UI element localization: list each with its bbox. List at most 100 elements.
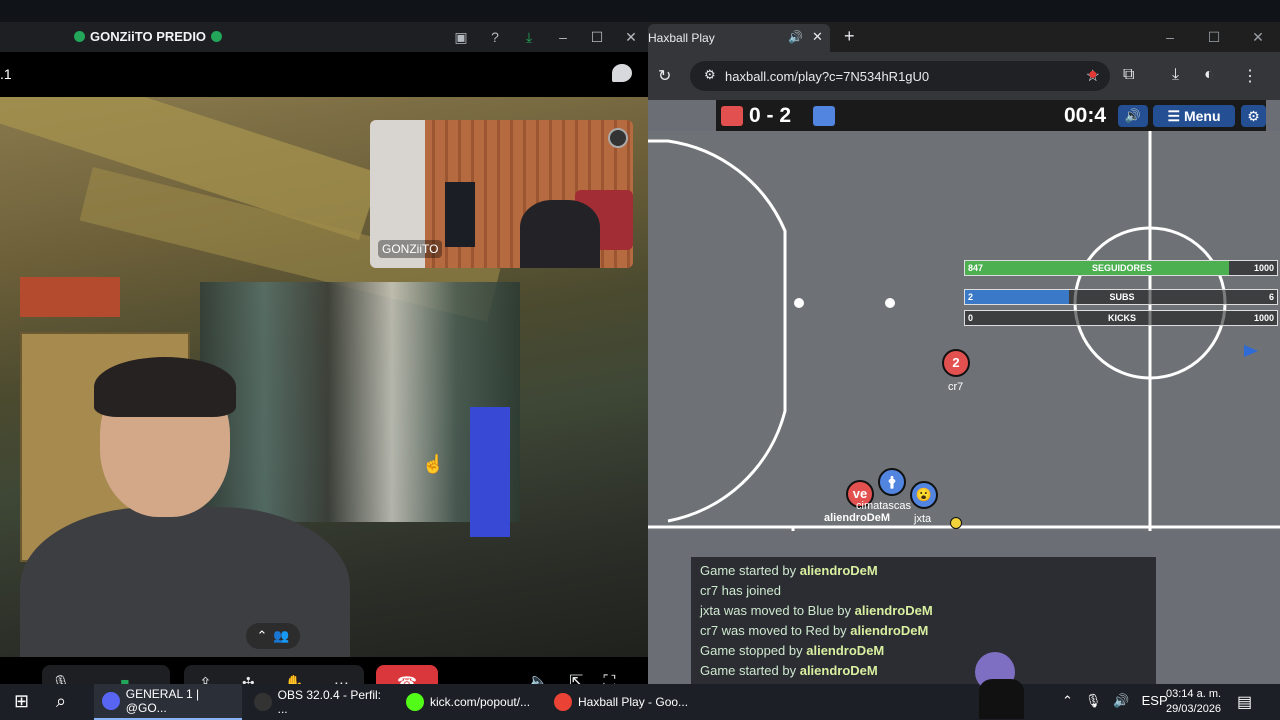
- language-indicator[interactable]: ESP: [1142, 693, 1168, 709]
- field-lines: [648, 131, 1280, 543]
- chat-message-text: Game started by: [700, 563, 800, 578]
- soundboard-icon[interactable]: ✋: [285, 674, 304, 684]
- chat-message-text: jxta was moved to Blue by: [700, 603, 855, 618]
- downloads-icon[interactable]: ⤓: [1172, 66, 1179, 84]
- help-icon[interactable]: ?: [478, 29, 512, 45]
- close-button[interactable]: ✕: [1236, 22, 1280, 52]
- hamburger-icon: ☰: [1167, 108, 1184, 124]
- chat-message-text: cr7 has joined: [700, 583, 781, 598]
- chat-bubble-icon[interactable]: [612, 64, 632, 82]
- activities-icon[interactable]: ✣: [242, 674, 255, 684]
- minimize-button[interactable]: –: [1148, 22, 1192, 52]
- wall-clock-icon: [608, 128, 628, 148]
- popout-icon[interactable]: ⇱: [569, 672, 583, 684]
- activity-group: ⇪ ✣ ✋ ⋯: [184, 665, 364, 684]
- discord-icon: [102, 692, 120, 710]
- notification-icon[interactable]: ▤: [1237, 692, 1252, 712]
- new-tab-button[interactable]: +: [844, 26, 855, 47]
- online-dot-icon: [74, 31, 85, 42]
- volume-icon[interactable]: 🔈: [528, 672, 549, 684]
- chat-username: aliendroDeM: [854, 603, 933, 618]
- more-options-icon[interactable]: ⋯: [334, 674, 349, 684]
- expand-participants-button[interactable]: ⌃ 👥: [246, 623, 300, 649]
- player-name: aliendroDeM: [824, 512, 891, 524]
- player-name: cr7: [948, 381, 964, 393]
- chevron-down-icon[interactable]: ⌄: [89, 674, 102, 684]
- taskbar-app-label: kick.com/popout/...: [430, 695, 531, 709]
- game-timer: 00:4: [1064, 104, 1107, 127]
- taskbar: ⊞ ⌕ GENERAL 1 | @GO... OBS 32.0.4 - Perfi…: [0, 652, 1280, 720]
- close-button[interactable]: ✕: [614, 29, 648, 46]
- chat-message: cr7 was moved to Red by aliendroDeM: [700, 623, 928, 638]
- ball: [950, 517, 962, 529]
- tab-haxball[interactable]: Haxball Play 🔊 ✕: [648, 24, 830, 52]
- maximize-button[interactable]: ☐: [1192, 22, 1236, 52]
- microphone-icon[interactable]: 🎙: [1085, 693, 1102, 709]
- minimize-button[interactable]: –: [546, 29, 580, 45]
- chrome-menu-icon[interactable]: ⋮: [1242, 66, 1258, 86]
- taskbar-app-3[interactable]: kick.com/popout/...: [398, 684, 540, 720]
- online-dot-icon: [211, 31, 223, 42]
- browser-window: Haxball Play 🔊 ✕ + – ☐ ✕ ↻ ⚙ haxball.com…: [648, 22, 1280, 684]
- taskbar-app-2[interactable]: OBS 32.0.4 - Perfil: ...: [246, 684, 392, 720]
- extension-icon[interactable]: ●: [1088, 66, 1098, 84]
- maximize-button[interactable]: ☐: [580, 29, 614, 46]
- chat-username: aliendroDeM: [850, 623, 929, 638]
- camera-icon[interactable]: ■: [120, 675, 129, 685]
- goal-bar-subs: 2 SUBS 6: [964, 289, 1278, 305]
- system-clock[interactable]: 03:14 a. m. 29/03/2026: [1166, 687, 1221, 717]
- call-window-controls: ▣ ? ⤓ – ☐ ✕: [444, 22, 648, 52]
- extensions-puzzle-icon[interactable]: ⧉: [1123, 66, 1134, 84]
- pip-video-feed[interactable]: GONZiiTO: [370, 120, 633, 268]
- tab-audio-icon[interactable]: 🔊: [788, 30, 803, 44]
- screen-icon[interactable]: ▣: [444, 29, 478, 46]
- person-body: [20, 507, 350, 657]
- tab-close-icon[interactable]: ✕: [812, 29, 823, 45]
- microphone-icon[interactable]: 🎙: [51, 674, 70, 684]
- kick-icon: [406, 693, 424, 711]
- mic-camera-group: 🎙 ⌄ ■ ⌄: [42, 665, 170, 684]
- settings-gear-icon[interactable]: ⚙: [1241, 105, 1266, 127]
- red-box: [20, 277, 120, 317]
- chevron-up-icon[interactable]: ⌃: [1062, 693, 1073, 709]
- chat-message-text: Game stopped by: [700, 643, 807, 658]
- streamer-figure: [520, 200, 600, 268]
- chevron-up-icon: ⌃: [256, 628, 268, 643]
- monitor: [445, 182, 475, 247]
- chat-username: aliendroDeM: [799, 663, 878, 678]
- call-titlebar: GONZiiTO PREDIO ▣ ? ⤓ – ☐ ✕: [0, 22, 648, 52]
- profile-avatar[interactable]: ◐: [1204, 66, 1214, 84]
- game-chat[interactable]: Game started by aliendroDeM cr7 has joine…: [691, 557, 1156, 684]
- people-icon: 👥: [273, 628, 290, 643]
- chat-message: jxta was moved to Blue by aliendroDeM: [700, 603, 933, 618]
- desktop-background: [0, 0, 1280, 22]
- call-window: GONZiiTO PREDIO ▣ ? ⤓ – ☐ ✕ .1 GONZiiTO …: [0, 22, 648, 684]
- taskbar-app-label: GENERAL 1 | @GO...: [125, 687, 200, 715]
- call-title-text: GONZiiTO PREDIO: [90, 29, 207, 44]
- download-icon[interactable]: ⤓: [512, 29, 546, 46]
- site-info-icon[interactable]: ⚙: [704, 67, 716, 83]
- fullscreen-icon[interactable]: ⛶: [603, 672, 615, 684]
- player-avatar: 🛉: [878, 468, 906, 496]
- menu-button[interactable]: ☰ Menu: [1153, 105, 1235, 127]
- goal-bar-label: SUBS: [1109, 292, 1135, 302]
- taskbar-app-label: OBS 32.0.4 - Perfil: ...: [277, 688, 382, 716]
- omnibox[interactable]: ⚙ haxball.com/play?c=7N534hR1gU0 ☆: [690, 61, 1110, 91]
- sound-button[interactable]: 🔊: [1118, 105, 1148, 127]
- reload-icon[interactable]: ↻: [658, 66, 671, 86]
- football-field: [648, 131, 1280, 543]
- windows-start-icon[interactable]: ⊞: [14, 691, 29, 712]
- goal-bar-label: SEGUIDORES: [1091, 263, 1152, 273]
- search-icon[interactable]: ⌕: [56, 691, 66, 712]
- disconnect-button[interactable]: ☎: [376, 665, 438, 684]
- channel-name: .1: [0, 66, 12, 82]
- speaker-icon[interactable]: 🔊: [1113, 693, 1129, 709]
- chevron-down-icon[interactable]: ⌄: [148, 674, 161, 684]
- taskbar-app-4[interactable]: Haxball Play - Goo...: [546, 684, 692, 720]
- screen-share-icon[interactable]: ⇪: [199, 674, 212, 684]
- haxball-game[interactable]: 0 - 2 00:4 🔊 ☰ Menu ⚙ 847 SEGUIDORES 1000 2…: [648, 100, 1280, 684]
- score-text: 0 - 2: [749, 104, 792, 127]
- goal-bar-target: 1000: [1253, 313, 1274, 323]
- taskbar-app-1[interactable]: GENERAL 1 | @GO...: [94, 684, 242, 720]
- url-text[interactable]: haxball.com/play?c=7N534hR1gU0: [725, 69, 929, 84]
